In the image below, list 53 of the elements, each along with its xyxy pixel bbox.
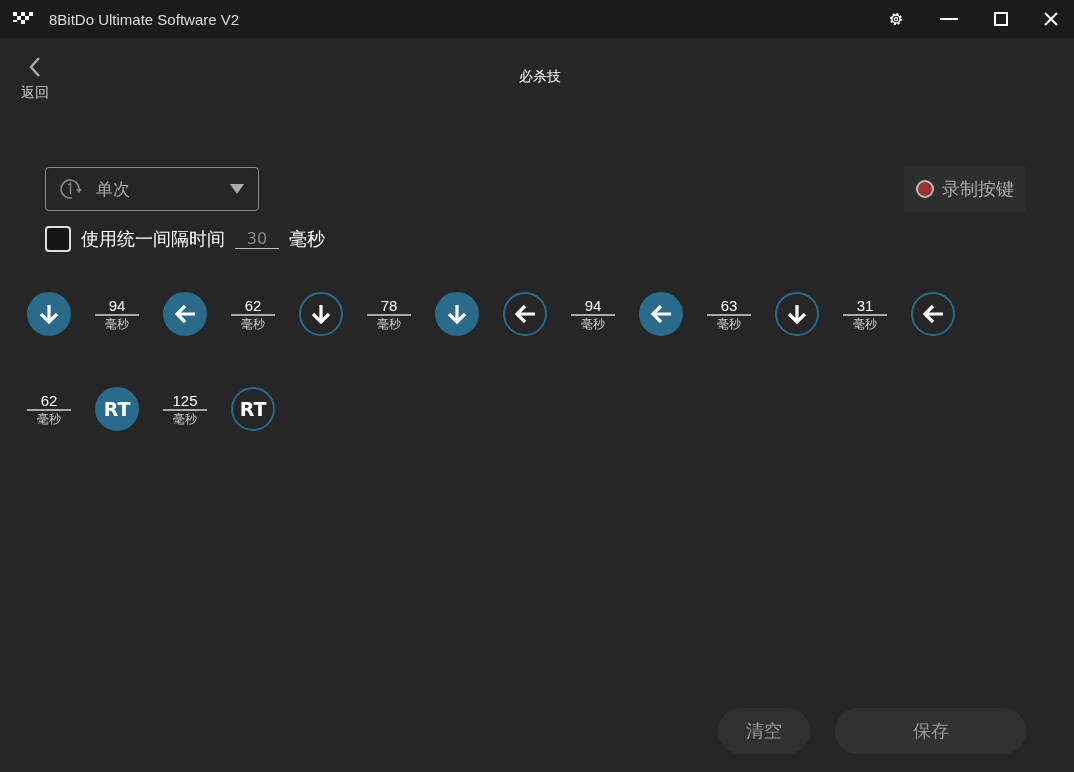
arrow-down-icon bbox=[446, 303, 468, 325]
key-step[interactable]: RT bbox=[231, 387, 275, 431]
delay-value[interactable]: 94 bbox=[571, 296, 615, 316]
arrow-left-icon bbox=[921, 303, 945, 325]
interval-field[interactable]: 30 bbox=[235, 229, 279, 249]
key-step[interactable] bbox=[299, 292, 343, 336]
delay-value[interactable]: 62 bbox=[27, 391, 71, 411]
chevron-left-icon bbox=[29, 56, 41, 78]
key-step[interactable] bbox=[163, 292, 207, 336]
back-button[interactable]: 返回 bbox=[21, 56, 49, 102]
key-step[interactable] bbox=[435, 292, 479, 336]
key-step[interactable] bbox=[775, 292, 819, 336]
delay-unit: 毫秒 bbox=[377, 315, 401, 332]
arrow-down-icon bbox=[310, 303, 332, 325]
caret-icon bbox=[230, 184, 244, 194]
delay-unit: 毫秒 bbox=[37, 410, 61, 427]
delay-unit: 毫秒 bbox=[173, 410, 197, 427]
key-step[interactable] bbox=[27, 292, 71, 336]
delay-value[interactable]: 63 bbox=[707, 296, 751, 316]
arrow-down-icon bbox=[786, 303, 808, 325]
logo-icon bbox=[13, 12, 33, 26]
interval-unit: 毫秒 bbox=[289, 227, 325, 251]
arrow-down-icon bbox=[38, 303, 60, 325]
delay-unit: 毫秒 bbox=[853, 315, 877, 332]
key-step[interactable] bbox=[911, 292, 955, 336]
page-title: 必杀技 bbox=[518, 67, 562, 86]
close-icon[interactable] bbox=[1044, 12, 1058, 26]
delay-unit: 毫秒 bbox=[241, 315, 265, 332]
key-step[interactable] bbox=[639, 292, 683, 336]
delay-value[interactable]: 78 bbox=[367, 296, 411, 316]
delay-value[interactable]: 31 bbox=[843, 296, 887, 316]
settings-icon[interactable] bbox=[888, 11, 904, 27]
delay-value[interactable]: 62 bbox=[231, 296, 275, 316]
delay-value[interactable]: 94 bbox=[95, 296, 139, 316]
record-button[interactable]: 录制按键 bbox=[904, 166, 1026, 212]
clear-button[interactable]: 清空 bbox=[718, 708, 810, 754]
key-step[interactable] bbox=[503, 292, 547, 336]
interval-label: 使用统一间隔时间 bbox=[81, 227, 225, 251]
save-button[interactable]: 保存 bbox=[835, 708, 1026, 754]
record-dot-icon bbox=[916, 180, 934, 198]
checkbox[interactable] bbox=[45, 226, 71, 252]
arrow-left-icon bbox=[173, 303, 197, 325]
delay-unit: 毫秒 bbox=[581, 315, 605, 332]
key-step[interactable]: RT bbox=[95, 387, 139, 431]
delay-unit: 毫秒 bbox=[105, 315, 129, 332]
maximize-icon[interactable] bbox=[994, 12, 1008, 26]
repeat-once-icon bbox=[60, 178, 84, 200]
arrow-left-icon bbox=[513, 303, 537, 325]
delay-unit: 毫秒 bbox=[717, 315, 741, 332]
arrow-left-icon bbox=[649, 303, 673, 325]
mode-dropdown[interactable]: 单次 bbox=[45, 167, 259, 211]
delay-value[interactable]: 125 bbox=[163, 391, 207, 411]
window-title: 8BitDo Ultimate Software V2 bbox=[49, 10, 240, 28]
